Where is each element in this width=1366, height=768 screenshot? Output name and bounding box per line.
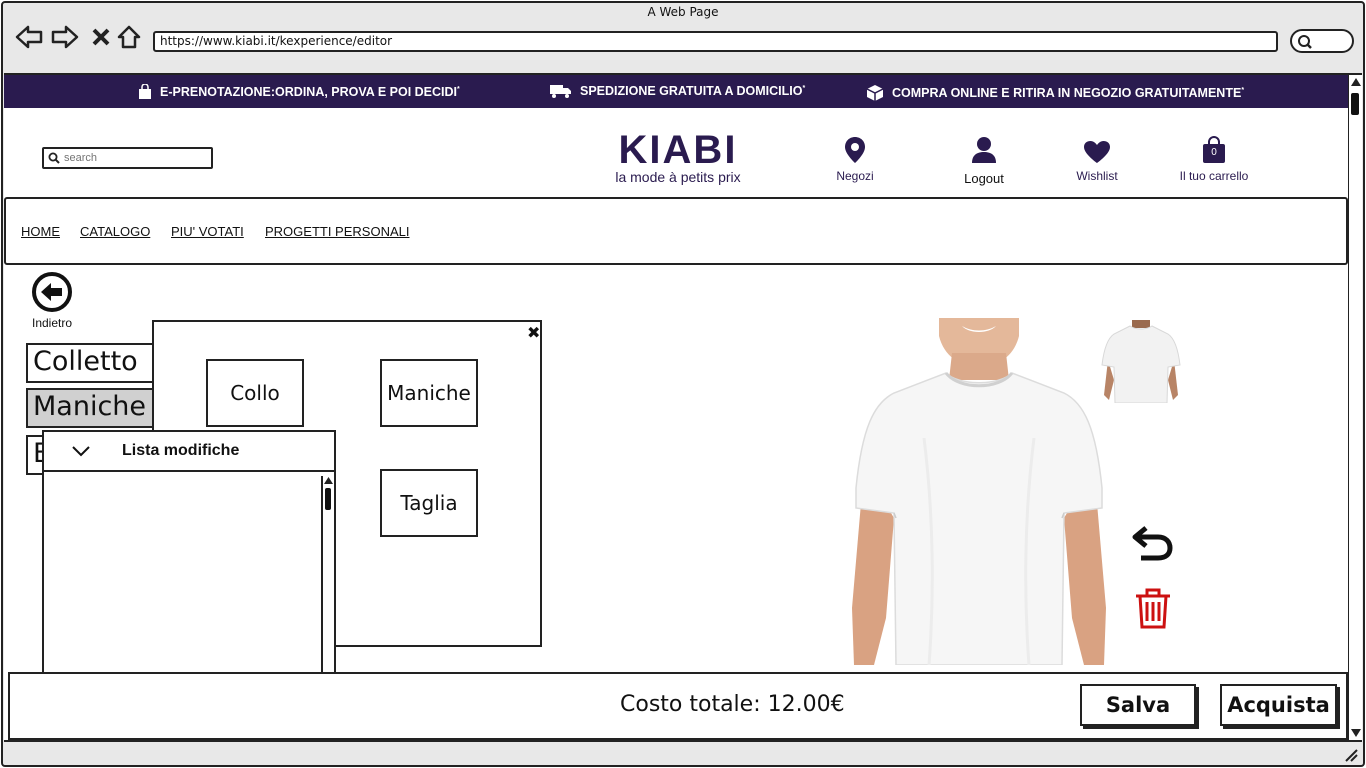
undo-button[interactable] bbox=[1132, 522, 1174, 566]
changes-list-title: Lista modifiche bbox=[122, 442, 240, 459]
page-vertical-scrollbar[interactable] bbox=[1348, 73, 1362, 740]
nav-personal-projects[interactable]: PROGETTI PERSONALI bbox=[265, 224, 409, 239]
stores-link[interactable]: Negozi bbox=[805, 132, 905, 183]
buy-button[interactable]: Acquista bbox=[1220, 684, 1337, 726]
checkout-bar: Costo totale: 12.00€ Salva Acquista bbox=[8, 672, 1348, 740]
wishlist-label: Wishlist bbox=[1076, 169, 1118, 183]
shopping-bag-icon bbox=[139, 84, 151, 99]
cart-label: Il tuo carrello bbox=[1179, 169, 1249, 183]
scroll-down-icon[interactable] bbox=[1351, 729, 1361, 737]
tshirt-front-image bbox=[834, 318, 1124, 665]
nav-top-rated[interactable]: PIU' VOTATI bbox=[171, 224, 244, 239]
window-title: A Web Page bbox=[647, 5, 719, 19]
browser-status-bar bbox=[4, 740, 1362, 764]
promo-free-shipping[interactable]: SPEDIZIONE GRATUITA A DOMICILIO* bbox=[550, 84, 805, 98]
site-search-box[interactable] bbox=[42, 147, 213, 169]
tshirt-back-thumbnail[interactable] bbox=[1100, 320, 1182, 403]
cart-count: 0 bbox=[1211, 147, 1217, 158]
scrollbar-thumb[interactable] bbox=[1351, 93, 1359, 115]
nav-catalog[interactable]: CATALOGO bbox=[80, 224, 150, 239]
logout-link[interactable]: Logout bbox=[934, 132, 1034, 186]
tab-colletto[interactable]: Colletto bbox=[26, 343, 154, 383]
user-icon bbox=[972, 137, 996, 163]
scroll-up-icon[interactable] bbox=[1351, 78, 1361, 86]
close-icon[interactable]: ✖ bbox=[527, 323, 540, 342]
back-label: Indietro bbox=[31, 316, 73, 330]
search-input[interactable] bbox=[64, 152, 204, 164]
stores-label: Negozi bbox=[836, 169, 874, 183]
forward-arrow-icon[interactable] bbox=[50, 23, 80, 51]
promo-click-collect[interactable]: COMPRA ONLINE E RITIRA IN NEGOZIO GRATUI… bbox=[866, 84, 1244, 102]
undo-arrow-icon bbox=[1132, 526, 1173, 561]
map-pin-icon bbox=[845, 137, 865, 163]
logo-wordmark: KIABI bbox=[618, 128, 738, 172]
search-icon bbox=[48, 152, 60, 164]
browser-search-field[interactable] bbox=[1290, 29, 1354, 53]
back-button[interactable]: Indietro bbox=[28, 271, 76, 330]
search-icon bbox=[1298, 35, 1312, 49]
home-icon[interactable] bbox=[114, 23, 144, 51]
delete-button[interactable] bbox=[1134, 587, 1172, 633]
nav-home[interactable]: HOME bbox=[21, 224, 60, 239]
main-nav: HOME CATALOGO PIU' VOTATI PROGETTI PERSO… bbox=[4, 197, 1348, 265]
close-x-icon[interactable] bbox=[86, 23, 116, 51]
back-circle-arrow-icon bbox=[32, 272, 72, 312]
option-taglia[interactable]: Taglia bbox=[380, 469, 478, 537]
cart-link[interactable]: 0 Il tuo carrello bbox=[1164, 132, 1264, 183]
total-cost: Costo totale: 12.00€ bbox=[620, 692, 845, 717]
trash-icon bbox=[1136, 588, 1170, 629]
resize-grip-icon[interactable] bbox=[1344, 748, 1358, 762]
back-arrow-icon[interactable] bbox=[14, 23, 44, 51]
tab-maniche[interactable]: Maniche bbox=[26, 388, 154, 428]
kiabi-logo[interactable]: KIABI la mode à petits prix bbox=[602, 128, 754, 185]
wishlist-link[interactable]: Wishlist bbox=[1047, 132, 1147, 183]
option-collo[interactable]: Collo bbox=[206, 359, 304, 427]
changes-list-header[interactable]: Lista modifiche bbox=[44, 432, 334, 472]
promo-bar: E-PRENOTAZIONE:ORDINA, PROVA E POI DECID… bbox=[4, 75, 1348, 108]
heart-icon bbox=[1084, 141, 1110, 163]
save-button[interactable]: Salva bbox=[1080, 684, 1196, 726]
chevron-down-icon[interactable] bbox=[72, 445, 90, 457]
page-viewport: E-PRENOTAZIONE:ORDINA, PROVA E POI DECID… bbox=[4, 73, 1348, 740]
promo-reservation[interactable]: E-PRENOTAZIONE:ORDINA, PROVA E POI DECID… bbox=[138, 84, 460, 100]
scrollbar-thumb[interactable] bbox=[325, 488, 331, 510]
option-maniche[interactable]: Maniche bbox=[380, 359, 478, 427]
scroll-up-icon[interactable] bbox=[324, 477, 333, 484]
logout-label: Logout bbox=[964, 171, 1004, 186]
logo-tagline: la mode à petits prix bbox=[615, 169, 741, 185]
package-icon bbox=[866, 85, 884, 101]
truck-icon bbox=[550, 85, 571, 98]
url-bar[interactable]: https://www.kiabi.it/kexperience/editor bbox=[153, 31, 1278, 52]
